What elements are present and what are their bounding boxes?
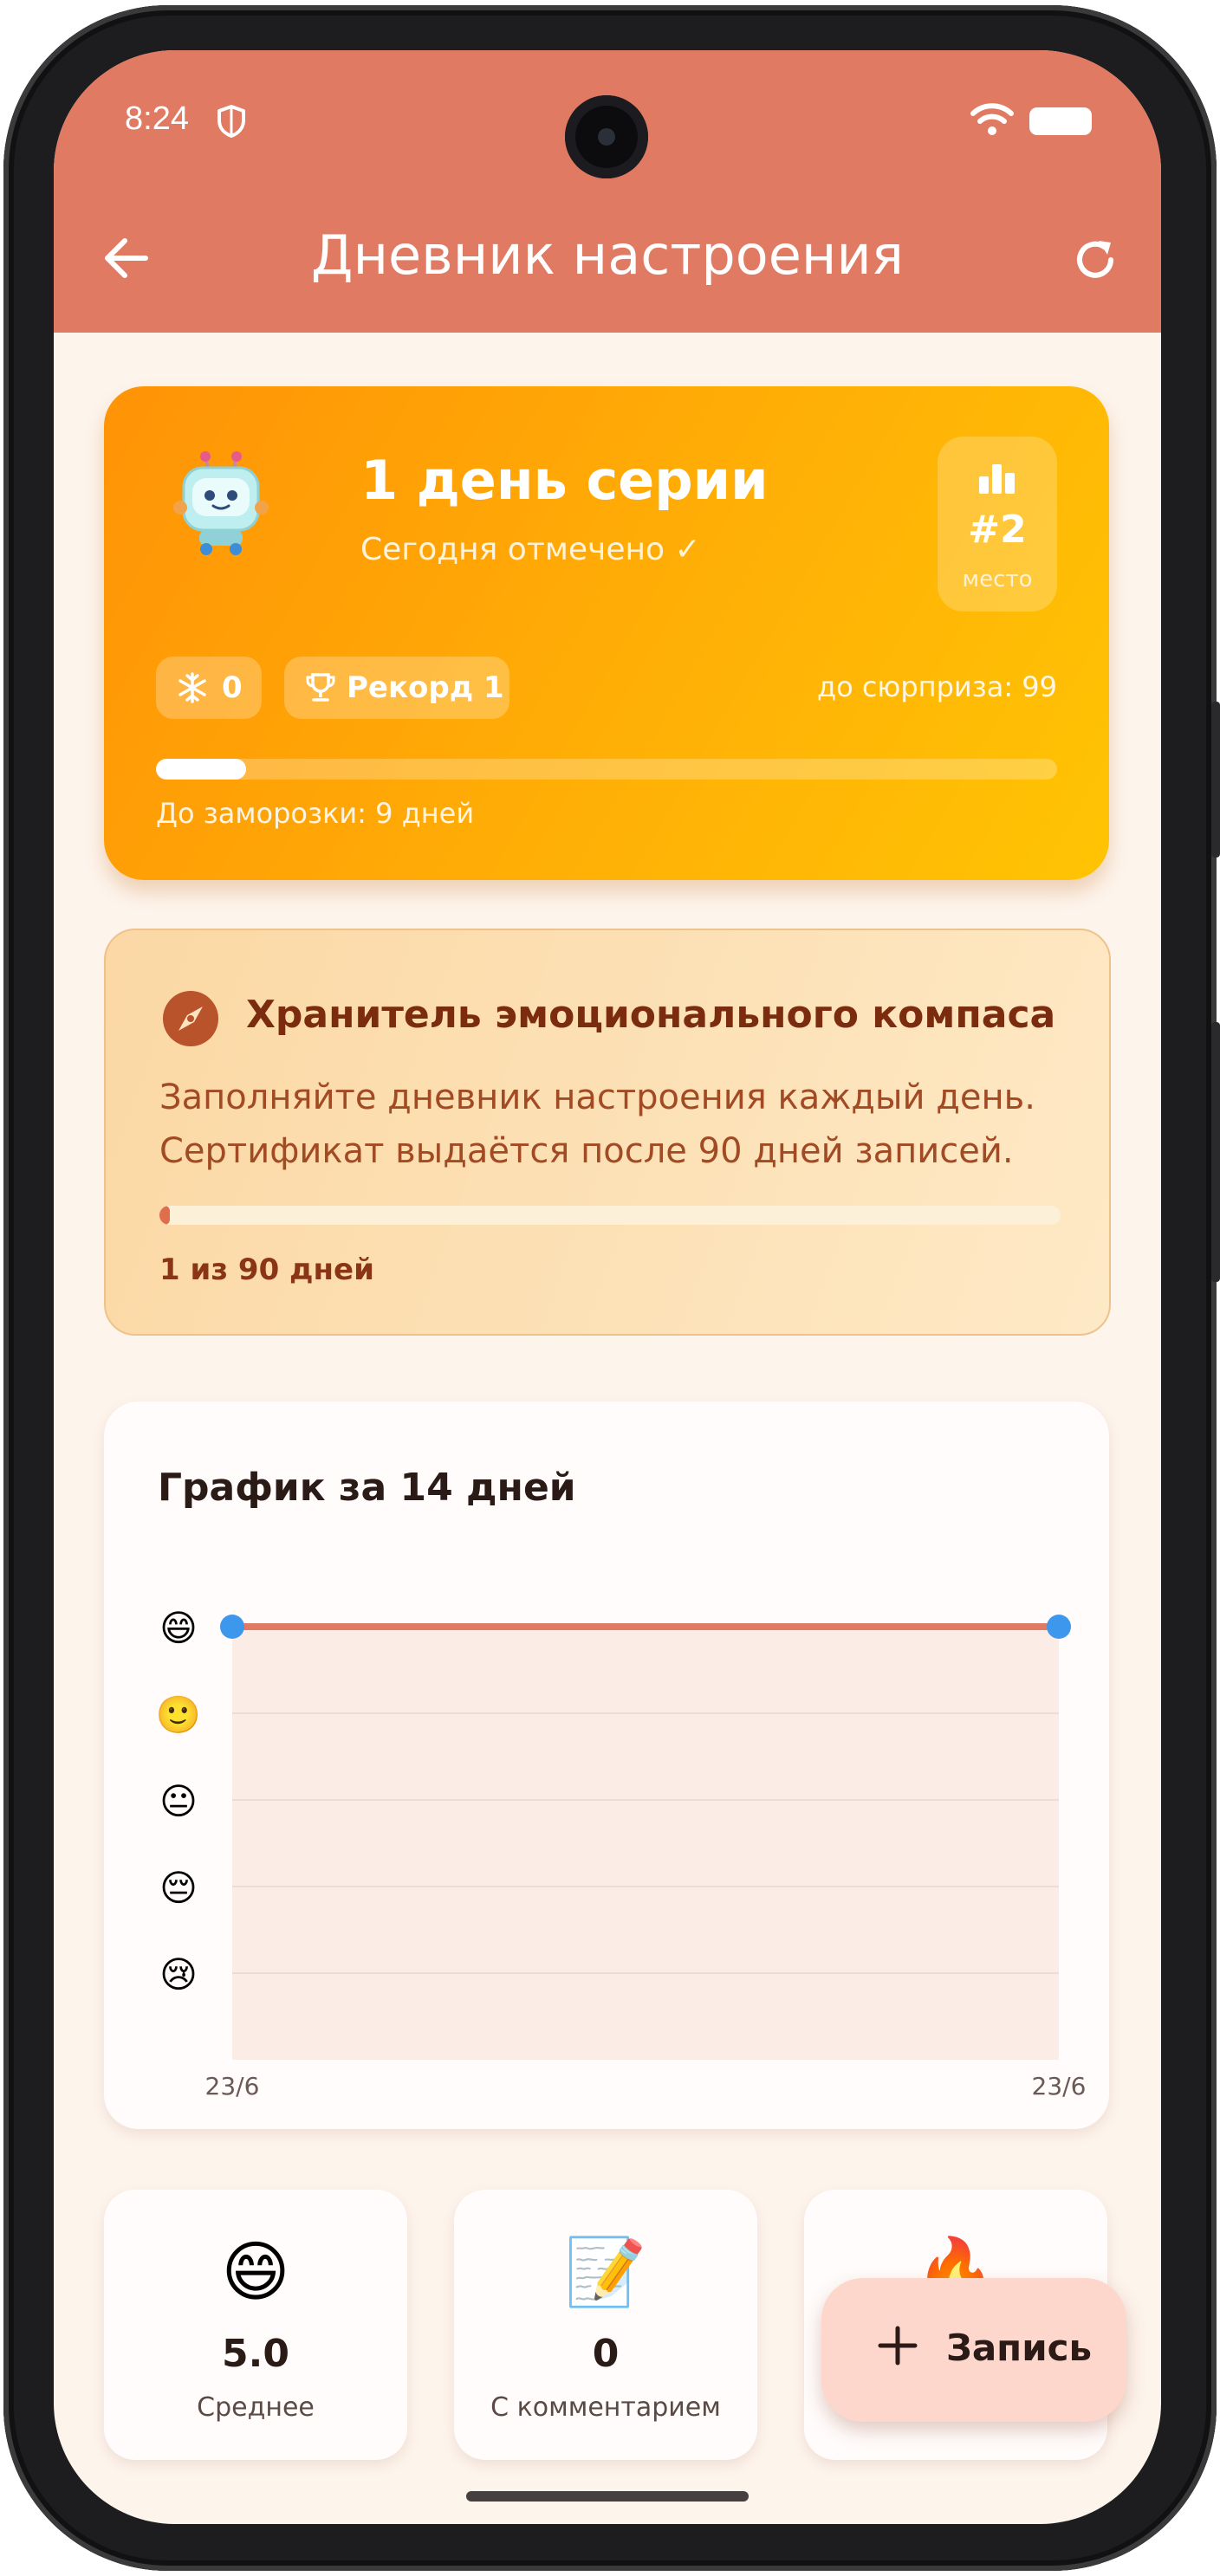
app-bar: 8:24 Дневник настроения: [54, 50, 1161, 333]
page-title: Дневник настроения: [311, 223, 904, 287]
mood-chart: 😄 🙂 😐 😔 😢 23/6 23/6: [156, 1607, 1087, 2100]
wifi-icon: [970, 103, 1014, 135]
streak-progress-fill: [156, 759, 246, 780]
shield-icon: [217, 105, 245, 138]
y-tick-label: 😔: [159, 1867, 198, 1909]
streak-title: 1 день серии: [360, 449, 769, 512]
achievement-progress-fill: [159, 1206, 171, 1225]
achievement-progress-text: 1 из 90 дней: [159, 1252, 374, 1287]
achievement-progress-bar: [159, 1206, 1061, 1225]
chart-point: [220, 1615, 244, 1639]
y-tick-label: 😢: [159, 1953, 198, 1996]
stat-comments-label: С комментарием: [490, 2392, 721, 2423]
compass-icon: [163, 991, 218, 1046]
volume-button: [1211, 1022, 1220, 1282]
streak-subtitle: Сегодня отмечено ✓: [360, 532, 701, 567]
stat-average-value: 5.0: [222, 2332, 289, 2376]
screen: 8:24 Дневник настроения 1 день серии Сег…: [54, 50, 1161, 2524]
freeze-chip[interactable]: 0: [156, 657, 262, 719]
front-camera: [565, 95, 648, 178]
status-time: 8:24: [125, 100, 189, 137]
power-button: [1211, 702, 1220, 858]
add-entry-button[interactable]: Запись: [821, 2278, 1126, 2422]
trophy-icon: [306, 673, 335, 702]
rank-value: #2: [968, 508, 1027, 552]
achievement-card[interactable]: Хранитель эмоционального компаса Заполня…: [104, 929, 1111, 1336]
happy-face-icon: 😄: [221, 2233, 290, 2310]
achievement-title: Хранитель эмоционального компаса: [246, 993, 1056, 1037]
memo-icon: 📝: [564, 2233, 647, 2310]
achievement-description: Заполняйте дневник настроения каждый ден…: [159, 1078, 1035, 1171]
surprise-countdown: до сюрприза: 99: [816, 670, 1057, 703]
rank-badge[interactable]: #2 место: [938, 437, 1057, 612]
chart-area: [232, 1627, 1059, 2060]
bar-chart-icon: [979, 464, 1015, 494]
y-tick-label: 🙂: [156, 1693, 201, 1736]
freeze-note: До заморозки: 9 дней: [156, 797, 475, 830]
mood-chart-card: График за 14 дней 😄 🙂 😐 😔 😢 23/6 23/6: [104, 1401, 1109, 2129]
robot-icon: [173, 451, 269, 555]
battery-icon: [1029, 107, 1092, 135]
record-chip[interactable]: Рекорд 1: [284, 657, 509, 719]
y-tick-label: 😐: [159, 1780, 198, 1822]
refresh-icon[interactable]: [1069, 234, 1121, 286]
rank-label: место: [962, 566, 1033, 592]
add-entry-label: Запись: [946, 2327, 1093, 2369]
x-tick-label: 23/6: [205, 2072, 260, 2100]
y-tick-label: 😄: [159, 1607, 198, 1649]
x-tick-label: 23/6: [1032, 2072, 1087, 2100]
streak-progress-bar: [156, 759, 1057, 780]
home-indicator[interactable]: [466, 2491, 749, 2502]
chart-point: [1047, 1615, 1071, 1639]
plus-icon: [878, 2326, 918, 2366]
stat-card-average: 😄 5.0 Среднее: [104, 2190, 407, 2460]
stat-average-label: Среднее: [197, 2392, 315, 2423]
record-label: Рекорд 1: [347, 670, 504, 705]
streak-card[interactable]: 1 день серии Сегодня отмечено ✓ #2 место…: [104, 386, 1109, 880]
stat-comments-value: 0: [592, 2332, 620, 2376]
snowflake-icon: [178, 672, 206, 703]
freeze-count: 0: [222, 670, 243, 705]
stat-card-comments: 📝 0 С комментарием: [454, 2190, 757, 2460]
